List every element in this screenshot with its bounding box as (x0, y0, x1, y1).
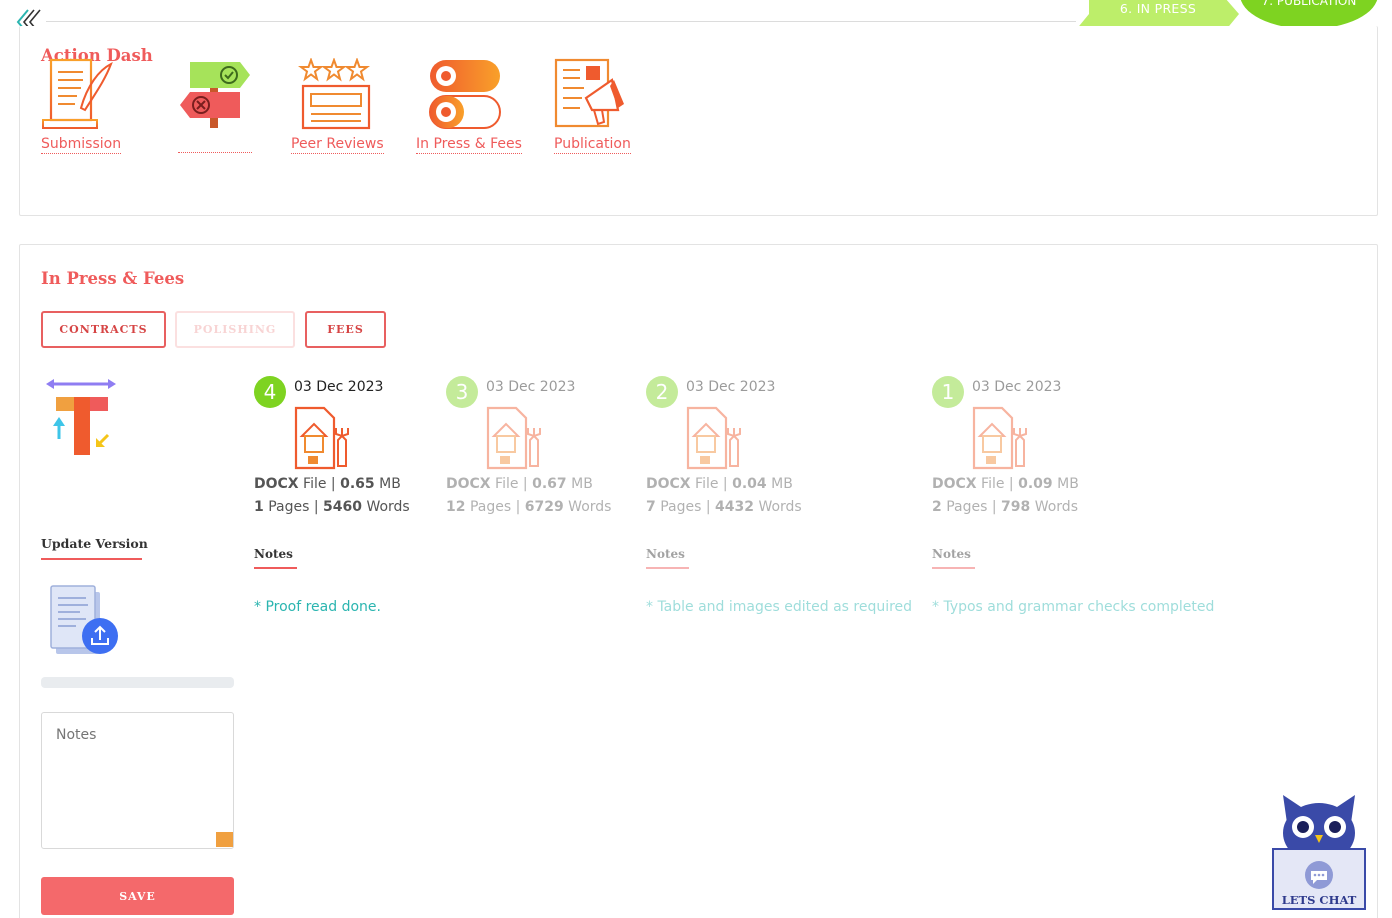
page-count: 12 (446, 499, 466, 515)
file-size: 0.65 (340, 476, 375, 492)
file-meta: DOCX File | 0.09 MB (932, 476, 1079, 492)
version-date: 03 Dec 2023 (294, 379, 384, 395)
pages-word: Pages (268, 499, 310, 515)
action-in-press-fees-label: In Press & Fees (416, 136, 522, 154)
tab-polishing[interactable]: POLISHING (175, 311, 295, 348)
upload-document-icon[interactable] (50, 584, 122, 658)
file-size: 0.09 (1018, 476, 1053, 492)
tab-contracts[interactable]: CONTRACTS (41, 311, 166, 348)
manuscript-quill-icon (42, 58, 113, 129)
words-word: Words (366, 499, 410, 515)
version-badge: 2 (646, 376, 678, 408)
file-word: File (303, 476, 327, 492)
version-badge: 4 (254, 376, 286, 408)
pages-word: Pages (660, 499, 702, 515)
doc-stats: 7 Pages | 4432 Words (646, 499, 802, 515)
document-tools-icon[interactable] (484, 406, 548, 470)
version-badge: 1 (932, 376, 964, 408)
text-edit-icon (46, 379, 116, 455)
notes-underline (646, 567, 689, 569)
lets-chat-label: LETS CHAT (1281, 893, 1357, 907)
update-version-title: Update Version (41, 536, 148, 551)
words-word: Words (758, 499, 802, 515)
version-date: 03 Dec 2023 (686, 379, 776, 395)
notes-underline (254, 567, 297, 569)
stage-publication[interactable]: 7. PUBLICATION (1240, 0, 1378, 29)
file-size-unit: MB (379, 476, 401, 492)
word-count: 4432 (715, 499, 754, 515)
file-size: 0.67 (532, 476, 567, 492)
megaphone-document-icon (554, 58, 624, 128)
words-word: Words (568, 499, 612, 515)
action-decision[interactable] (178, 58, 252, 153)
word-count: 5460 (323, 499, 362, 515)
resize-handle[interactable] (216, 832, 233, 847)
file-type: DOCX (446, 476, 491, 492)
file-size-unit: MB (771, 476, 793, 492)
document-tools-icon[interactable] (292, 406, 356, 470)
file-meta: DOCX File | 0.04 MB (646, 476, 793, 492)
file-type: DOCX (932, 476, 977, 492)
word-count: 6729 (524, 499, 564, 515)
tab-fees[interactable]: FEES (305, 311, 386, 348)
doc-stats: 1 Pages | 5460 Words (254, 499, 410, 515)
file-type: DOCX (646, 476, 691, 492)
pages-word: Pages (469, 499, 512, 515)
version-date: 03 Dec 2023 (972, 379, 1062, 395)
file-size-unit: MB (1057, 476, 1079, 492)
notes-heading: Notes (646, 547, 685, 561)
version-note: * Typos and grammar checks completed (932, 599, 1215, 615)
doc-stats: 2 Pages | 798 Words (932, 499, 1078, 515)
pages-word: Pages (946, 499, 988, 515)
in-press-title: In Press & Fees (41, 269, 185, 288)
version-date: 03 Dec 2023 (486, 379, 576, 395)
page-count: 2 (932, 499, 942, 515)
file-word: File (981, 476, 1005, 492)
document-tools-icon[interactable] (970, 406, 1034, 470)
file-meta: DOCX File | 0.67 MB (446, 476, 593, 492)
version-badge: 3 (446, 376, 478, 408)
action-submission[interactable]: Submission (41, 58, 122, 154)
file-type: DOCX (254, 476, 299, 492)
toggle-switch-icon (429, 60, 501, 129)
page-count: 7 (646, 499, 656, 515)
action-publication-label: Publication (554, 136, 631, 154)
stage-publication-label: 7. PUBLICATION (1261, 0, 1357, 8)
doc-stats: 12 Pages | 6729 Words (446, 499, 612, 515)
words-word: Words (1034, 499, 1078, 515)
document-tools-icon[interactable] (684, 406, 748, 470)
lets-chat-widget[interactable]: LETS CHAT (1271, 789, 1367, 911)
version-note: * Table and images edited as required (646, 599, 913, 615)
file-word: File (695, 476, 719, 492)
file-meta: DOCX File | 0.65 MB (254, 476, 401, 492)
upload-progress-bar (41, 677, 234, 688)
action-peer-reviews[interactable]: Peer Reviews (291, 58, 384, 154)
word-count: 798 (1001, 499, 1031, 515)
version-note: * Proof read done. (254, 599, 381, 615)
action-publication[interactable]: Publication (554, 58, 631, 154)
file-word: File (495, 476, 519, 492)
file-size-unit: MB (571, 476, 593, 492)
notes-heading: Notes (254, 547, 293, 561)
signpost-icon (180, 62, 250, 128)
page-count: 1 (254, 499, 264, 515)
star-review-icon (298, 58, 371, 130)
notes-underline (932, 567, 975, 569)
update-version-underline (41, 558, 142, 560)
action-in-press-fees[interactable]: In Press & Fees (416, 58, 522, 154)
action-peer-reviews-label: Peer Reviews (291, 136, 384, 154)
action-submission-label: Submission (41, 136, 122, 154)
notes-heading: Notes (932, 547, 971, 561)
stepper-line (46, 21, 1076, 22)
notes-textarea[interactable] (41, 712, 234, 849)
file-size: 0.04 (732, 476, 767, 492)
action-decision-label (178, 136, 252, 153)
save-button[interactable]: SAVE (41, 877, 234, 915)
